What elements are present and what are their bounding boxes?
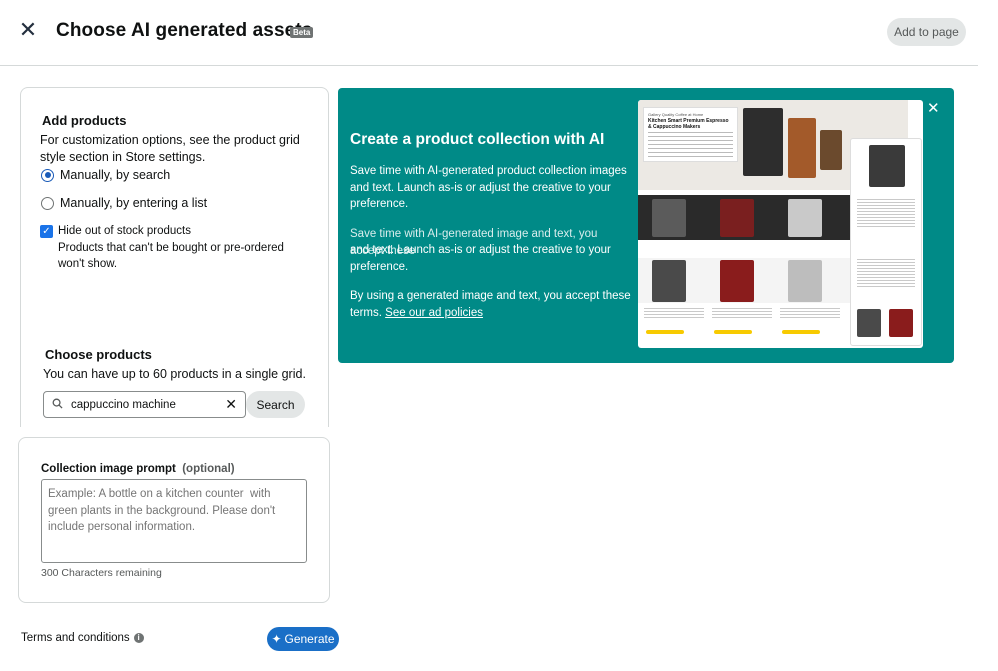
product-search-input[interactable]: cappuccino machine ✕ — [43, 391, 246, 418]
search-value: cappuccino machine — [71, 398, 176, 411]
preview-row-1 — [638, 195, 850, 240]
preview-jar — [820, 130, 842, 170]
prompt-label: Collection image prompt (optional) — [41, 463, 235, 475]
preview-hero-textbox: Gallery Quality Coffee at Home Kitchen S… — [643, 107, 738, 162]
terms-label[interactable]: Terms and conditions — [21, 632, 130, 644]
preview-side-thumb-1 — [857, 309, 881, 337]
banner-paragraph-2: and text. Launch as-is or adjust the cre… — [350, 244, 611, 273]
add-products-description: For customization options, see the produ… — [40, 133, 300, 164]
add-to-page-button[interactable]: Add to page — [887, 18, 966, 46]
search-icon — [52, 398, 66, 412]
ai-collection-banner: Create a product collection with AI Save… — [338, 88, 954, 363]
preview-buy-1 — [646, 330, 684, 334]
option-search-label: Manually, by search — [60, 168, 171, 182]
sparkle-icon: ✦ — [271, 632, 282, 646]
preview-side-card — [850, 138, 922, 346]
generate-button[interactable]: ✦ Generate — [267, 627, 339, 651]
option-list-label: Manually, by entering a list — [60, 196, 208, 210]
preview-buy-2 — [714, 330, 752, 334]
preview-text-3 — [780, 308, 840, 320]
preview-machine-2 — [788, 118, 816, 178]
preview-tile-4 — [652, 260, 686, 302]
banner-title: Create a product collection with AI — [350, 131, 605, 148]
option-list[interactable]: Manually, by entering a list — [41, 196, 207, 210]
preview-machine-1 — [743, 108, 783, 176]
preview-tile-2 — [720, 199, 754, 237]
preview-side-machine — [869, 145, 905, 187]
info-icon[interactable]: i — [133, 633, 144, 643]
collection-prompt-card: Collection image prompt (optional) 300 C… — [18, 437, 330, 603]
preview-tile-6 — [788, 260, 822, 302]
collection-preview-image: Gallery Quality Coffee at Home Kitchen S… — [638, 100, 923, 348]
preview-kicker: Gallery Quality Coffee at Home — [648, 112, 704, 117]
preview-hero-title: Kitchen Smart Premium Espresso & Cappucc… — [648, 118, 729, 130]
preview-hero-lines — [648, 132, 733, 158]
radio-list[interactable] — [41, 196, 54, 210]
generate-label: Generate — [284, 632, 335, 646]
page-title: Choose AI generated assets — [56, 20, 313, 41]
preview-tile-1 — [652, 199, 686, 237]
preview-side-thumb-2 — [889, 309, 913, 337]
banner-paragraph-3: By using a generated image and text, you… — [350, 288, 632, 321]
preview-side-text-1 — [857, 199, 915, 229]
close-banner-icon[interactable]: ✕ — [927, 99, 940, 117]
beta-badge: Beta — [290, 27, 314, 38]
close-icon[interactable]: ✕ — [18, 17, 38, 42]
clear-search-icon[interactable]: ✕ — [225, 396, 237, 413]
header-bar: ✕ Choose AI generated assets Beta Add to… — [0, 0, 978, 66]
choose-products-help: You can have up to 60 products in a sing… — [43, 367, 306, 381]
preview-text-2 — [712, 308, 772, 320]
terms-and-conditions[interactable]: Terms and conditions i — [21, 632, 144, 644]
hide-oos-label: Hide out of stock products — [58, 225, 191, 237]
hide-oos-checkbox[interactable]: ✓ — [40, 225, 53, 238]
preview-row-2 — [638, 258, 850, 303]
preview-tile-3 — [788, 199, 822, 237]
preview-buy-3 — [782, 330, 820, 334]
add-products-title: Add products — [42, 113, 127, 128]
collection-prompt-textarea[interactable] — [41, 479, 307, 563]
choose-products-title: Choose products — [45, 347, 152, 362]
preview-side-text-2 — [857, 259, 915, 289]
option-search[interactable]: Manually, by search — [41, 168, 170, 182]
preview-tile-5 — [720, 260, 754, 302]
ad-policies-link[interactable]: See our ad policies — [385, 307, 483, 319]
characters-remaining: 300 Characters remaining — [41, 567, 162, 579]
preview-text-1 — [644, 308, 704, 320]
banner-paragraph-1: Save time with AI-generated product coll… — [350, 165, 627, 210]
prompt-label-text: Collection image prompt — [41, 463, 176, 475]
radio-search-selected[interactable] — [41, 168, 54, 182]
prompt-optional: (optional) — [182, 463, 235, 475]
search-button[interactable]: Search — [246, 391, 305, 418]
hide-oos-help: Products that can't be bought or pre-ord… — [58, 242, 284, 270]
